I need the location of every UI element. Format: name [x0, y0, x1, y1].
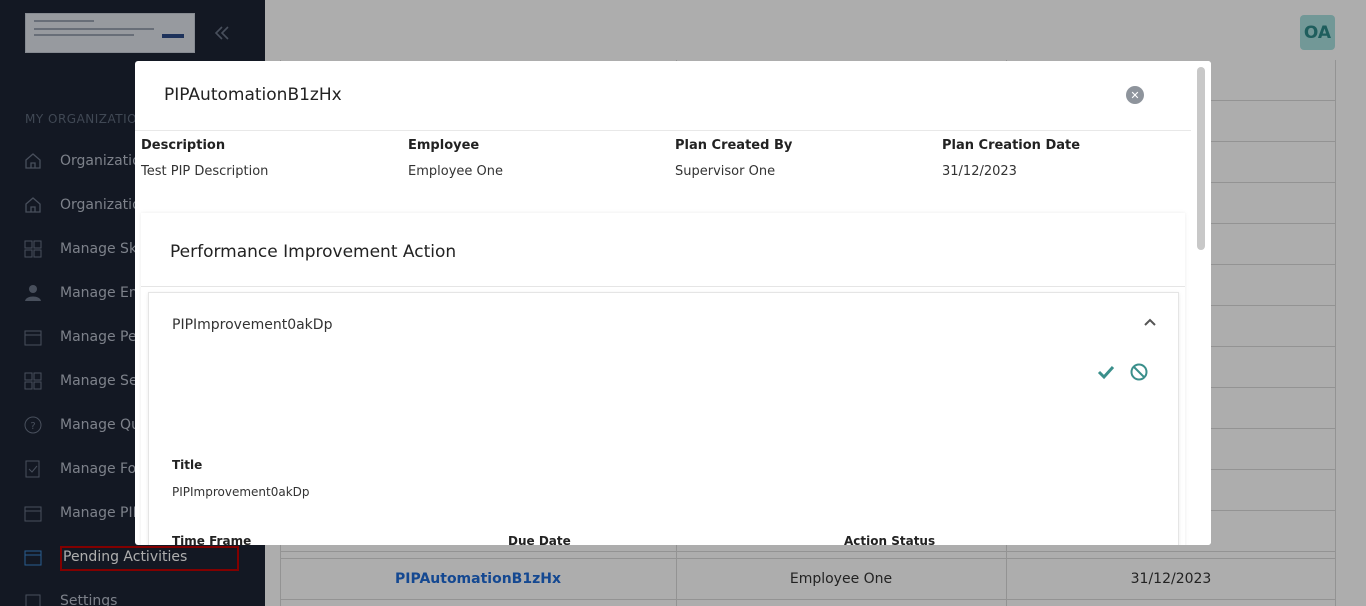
- title-label: Title: [172, 458, 203, 472]
- close-icon[interactable]: ✕: [1126, 86, 1144, 104]
- description-label: Description: [141, 138, 226, 153]
- plan-creation-date-label: Plan Creation Date: [942, 138, 1081, 153]
- title-value: PIPImprovement0akDp: [172, 485, 310, 499]
- employee-value: Employee One: [408, 164, 503, 179]
- plan-created-by-value: Supervisor One: [675, 164, 776, 179]
- modal-scrollbar-thumb[interactable]: [1197, 67, 1205, 250]
- employee-label: Employee: [408, 138, 480, 153]
- time-frame-label: Time Frame: [172, 534, 252, 545]
- approve-check-icon[interactable]: [1096, 362, 1116, 382]
- section-title: Performance Improvement Action: [170, 242, 457, 262]
- divider: [141, 286, 1185, 287]
- due-date-label: Due Date: [508, 534, 571, 545]
- plan-creation-date-value: 31/12/2023: [942, 164, 1017, 179]
- pip-detail-modal: PIPAutomationB1zHx ✕ Description Test PI…: [135, 61, 1211, 545]
- chevron-up-icon[interactable]: [1142, 315, 1158, 331]
- reject-ban-icon[interactable]: [1130, 363, 1148, 381]
- description-value: Test PIP Description: [141, 164, 269, 179]
- action-status-label: Action Status: [844, 534, 936, 545]
- plan-created-by-label: Plan Created By: [675, 138, 793, 153]
- modal-title: PIPAutomationB1zHx: [164, 85, 342, 105]
- improvement-accordion: PIPImprovement0akDp Title PIPImprovement…: [148, 292, 1179, 545]
- divider: [135, 130, 1191, 131]
- improvement-name[interactable]: PIPImprovement0akDp: [172, 317, 332, 333]
